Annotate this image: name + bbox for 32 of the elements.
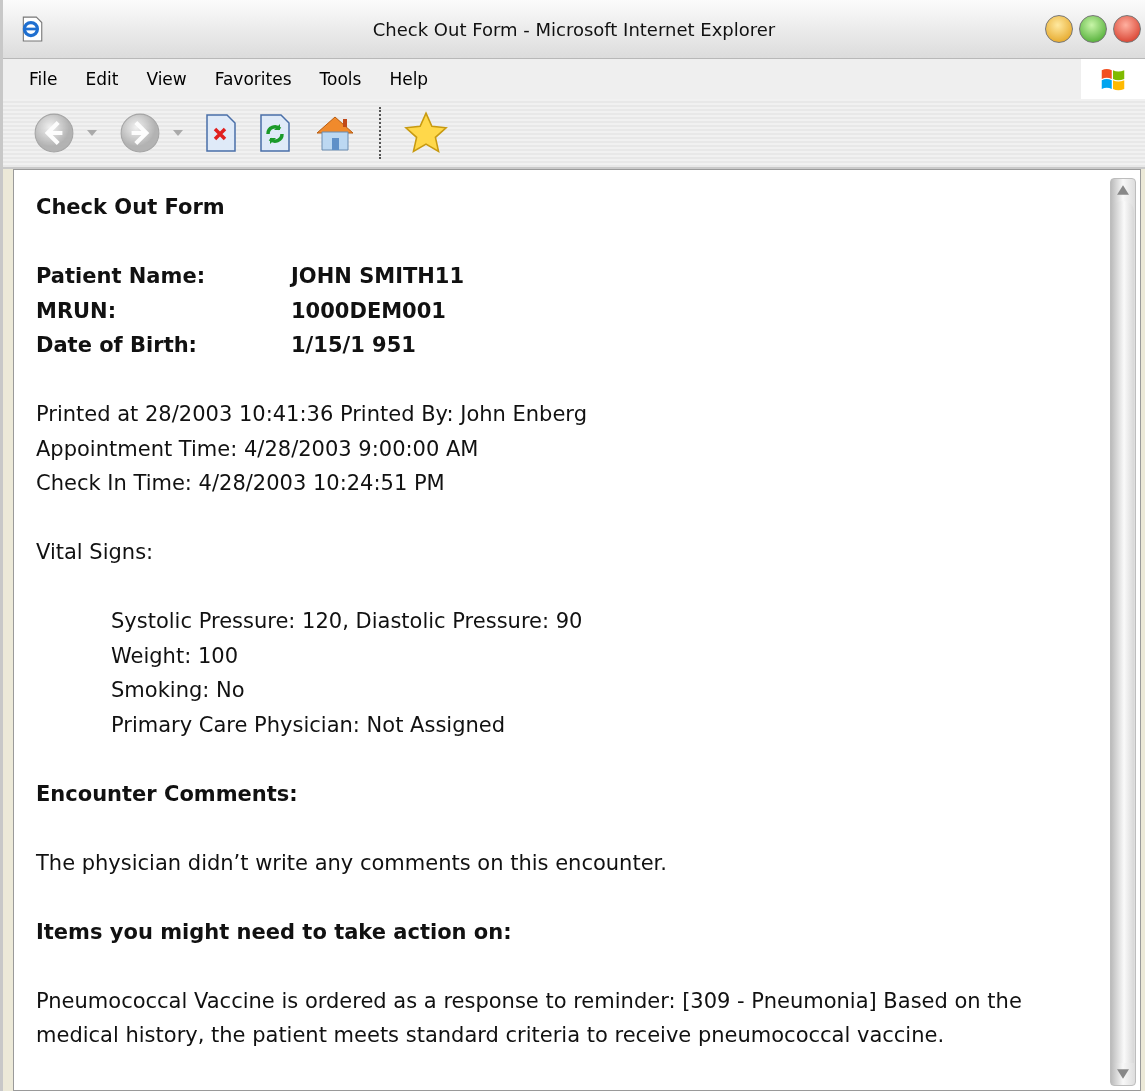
info-line: Check In Time: 4/28/2003 10:24:51 PM <box>36 470 446 497</box>
menu-item[interactable]: Tools <box>305 69 376 89</box>
section-heading: Encounter Comments: <box>36 780 299 808</box>
field-value: 1/15/1 951 <box>291 332 417 359</box>
menu-item[interactable]: Edit <box>71 69 133 89</box>
field-value: JOHN SMITH11 <box>291 263 466 290</box>
menu-item[interactable]: View <box>132 69 201 89</box>
menu-item[interactable]: Favorites <box>200 69 306 89</box>
vital-sign-line: Primary Care Physician: Not Assigned <box>111 711 507 739</box>
field-value: 1000DEM001 <box>291 297 447 325</box>
maximize-button[interactable] <box>1079 15 1107 43</box>
info-line: Appointment Time: 4/28/2003 9:00:00 AM <box>36 435 480 463</box>
comment-text: The physician didn’t write any comments on this encounter. <box>36 849 668 877</box>
field-label: MRUN: <box>36 297 118 325</box>
scroll-up-icon[interactable] <box>1117 185 1129 195</box>
section-heading: Items you might need to take action on: <box>36 918 513 946</box>
close-button[interactable] <box>1113 15 1141 43</box>
vital-sign-line: Weight: 100 <box>111 642 239 670</box>
action-item-text: Pneumococcal Vaccine is ordered as a response to reminder: [309 - Pneumonia] Based on the medical history, the patient meets standard criteria to receive pneumococcal vaccine. <box>36 987 1023 1049</box>
section-label: Vital Signs: <box>36 539 155 566</box>
window-title: Check Out Form - Microsoft Internet Explorer <box>371 18 777 40</box>
vital-sign-line: Smoking: No <box>111 677 246 704</box>
field-label: Patient Name: <box>36 263 207 290</box>
field-label: Date of Birth: <box>36 332 199 359</box>
info-line: Printed at 28/2003 10:41:36 Printed By: John Enberg <box>36 401 588 428</box>
menu-item[interactable]: Help <box>375 69 443 89</box>
menu-item[interactable]: File <box>15 69 72 89</box>
minimize-button[interactable] <box>1045 15 1073 43</box>
scroll-down-icon[interactable] <box>1117 1069 1129 1079</box>
page-heading: Check Out Form <box>36 194 226 221</box>
vital-sign-line: Systolic Pressure: 120, Diastolic Pressure: 90 <box>111 608 584 635</box>
scrollbar[interactable] <box>1110 178 1136 1086</box>
